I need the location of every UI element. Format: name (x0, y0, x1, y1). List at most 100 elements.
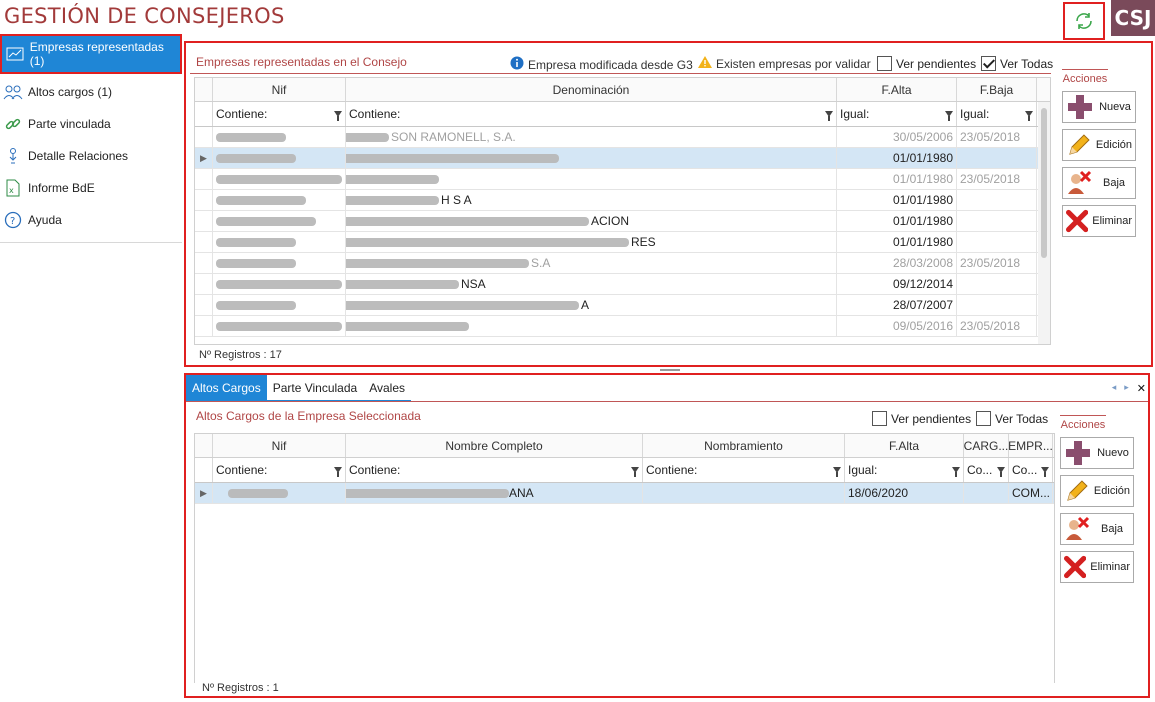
filter-icon[interactable] (1041, 467, 1049, 477)
button-label: Nuevo (1097, 447, 1129, 459)
table-row[interactable]: ACION 01/01/1980 (195, 211, 1050, 232)
nueva-button[interactable]: Nueva (1062, 91, 1136, 123)
delete-icon (1064, 555, 1087, 579)
cell-denominacion: SON RAMONELL, S.A. (346, 127, 837, 147)
col-header-nif[interactable]: Nif (213, 434, 346, 457)
sidebar-item-altos-cargos[interactable]: Altos cargos (1) (0, 76, 182, 108)
filter-icon[interactable] (825, 111, 833, 121)
col-header-nombre[interactable]: Nombre Completo (346, 434, 643, 457)
filter-icon[interactable] (833, 467, 841, 477)
table-row[interactable]: ▶ ANA 18/06/2020 COM... (195, 483, 1054, 504)
table-row[interactable]: ▶ 01/01/1980 (195, 148, 1050, 169)
col-header-nif[interactable]: Nif (213, 78, 346, 101)
filter-icon[interactable] (952, 467, 960, 477)
cell-fbaja: 23/05/2018 (957, 316, 1037, 336)
tab-next-icon[interactable]: ▸ (1124, 382, 1129, 395)
table-row[interactable]: NSA 09/12/2014 (195, 274, 1050, 295)
pencil-icon (1069, 134, 1090, 155)
checkbox-box[interactable] (872, 411, 887, 426)
tab-avales[interactable]: Avales (363, 375, 411, 401)
filter-label: Contiene: (216, 463, 268, 477)
col-header-fbaja[interactable]: F.Baja (957, 78, 1037, 101)
empresas-rows: SON RAMONELL, S.A. 30/05/2006 23/05/2018 ▶ 0… (195, 127, 1050, 337)
altos-ver-pendientes-checkbox[interactable]: Ver pendientes (872, 411, 971, 426)
filter-denominacion[interactable]: Contiene: (346, 102, 837, 126)
button-label: Eliminar (1090, 561, 1130, 573)
redacted-text (346, 132, 389, 142)
filter-icon[interactable] (334, 467, 342, 477)
plus-icon (1068, 95, 1092, 119)
redacted-text (216, 279, 342, 289)
checkbox-box[interactable] (981, 56, 996, 71)
nuevo-button[interactable]: Nuevo (1060, 437, 1134, 469)
baja-button[interactable]: Baja (1062, 167, 1136, 199)
filter-fbaja[interactable]: Igual: (957, 102, 1037, 126)
table-row[interactable]: 09/05/2016 23/05/2018 (195, 316, 1050, 337)
filter-icon[interactable] (1025, 111, 1033, 121)
sidebar-item-parte-vinculada[interactable]: Parte vinculada (0, 108, 182, 140)
remove-user-icon (1068, 170, 1092, 194)
col-header-cargo[interactable]: CARG... (964, 434, 1009, 457)
scroll-thumb[interactable] (1041, 108, 1047, 258)
filter-falta[interactable]: Igual: (837, 102, 957, 126)
table-row[interactable]: A 28/07/2007 (195, 295, 1050, 316)
filter-label: Contiene: (216, 107, 268, 121)
table-row[interactable]: S.A 28/03/2008 23/05/2018 (195, 253, 1050, 274)
panel-splitter[interactable] (660, 369, 680, 371)
filter-empresa[interactable]: Co... (1009, 458, 1053, 482)
redacted-text (346, 279, 459, 289)
close-icon[interactable]: ✕ (1137, 382, 1146, 395)
cell-falta: 30/05/2006 (837, 127, 957, 147)
sidebar-item-empresas[interactable]: Empresas representadas (1) (0, 34, 182, 74)
sidebar-item-ayuda[interactable]: ? Ayuda (0, 204, 182, 236)
eliminar-button[interactable]: Eliminar (1062, 205, 1136, 237)
edicion-button[interactable]: Edición (1060, 475, 1134, 507)
filter-icon[interactable] (334, 111, 342, 121)
redacted-text (216, 216, 316, 226)
filter-nif[interactable]: Contiene: (213, 102, 346, 126)
tab-parte-vinculada[interactable]: Parte Vinculada (267, 375, 364, 401)
table-row[interactable]: 01/01/1980 23/05/2018 (195, 169, 1050, 190)
table-row[interactable]: RES 01/01/1980 (195, 232, 1050, 253)
help-icon: ? (3, 210, 23, 230)
filter-icon[interactable] (945, 111, 953, 121)
baja-button[interactable]: Baja (1060, 513, 1134, 545)
col-header-denominacion[interactable]: Denominación (346, 78, 837, 101)
row-indicator-icon (195, 295, 213, 315)
altos-panel-title: Altos Cargos de la Empresa Seleccionada (196, 409, 421, 423)
filter-falta[interactable]: Igual: (845, 458, 964, 482)
filter-icon[interactable] (631, 467, 639, 477)
eliminar-button[interactable]: Eliminar (1060, 551, 1134, 583)
altos-ver-todas-checkbox[interactable]: Ver Todas (976, 411, 1048, 426)
sidebar-item-informe-bde[interactable]: x Informe BdE (0, 172, 182, 204)
edicion-button[interactable]: Edición (1062, 129, 1136, 161)
vertical-scrollbar[interactable] (1038, 102, 1050, 344)
filter-icon[interactable] (997, 467, 1005, 477)
row-selector-header (195, 78, 213, 101)
col-header-nombramiento[interactable]: Nombramiento (643, 434, 845, 457)
col-header-falta[interactable]: F.Alta (837, 78, 957, 101)
ver-pendientes-checkbox[interactable]: Ver pendientes (877, 56, 976, 71)
table-row[interactable]: SON RAMONELL, S.A. 30/05/2006 23/05/2018 (195, 127, 1050, 148)
record-count: Nº Registros : 1 (202, 682, 279, 694)
sidebar-item-detalle-relaciones[interactable]: Detalle Relaciones (0, 140, 182, 172)
filter-cargo[interactable]: Co... (964, 458, 1009, 482)
filter-nif[interactable]: Contiene: (213, 458, 346, 482)
col-header-falta[interactable]: F.Alta (845, 434, 964, 457)
pencil-icon (1067, 480, 1088, 501)
table-row[interactable]: H S A 01/01/1980 (195, 190, 1050, 211)
refresh-button[interactable] (1063, 2, 1105, 40)
filter-nombre[interactable]: Contiene: (346, 458, 643, 482)
filter-label: Co... (1012, 463, 1038, 477)
redacted-text (216, 195, 306, 205)
row-indicator-icon (195, 316, 213, 336)
redacted-text (228, 488, 288, 498)
checkbox-box[interactable] (877, 56, 892, 71)
cell-denominacion (346, 148, 837, 168)
col-header-empresa[interactable]: EMPR... (1009, 434, 1053, 457)
tab-prev-icon[interactable]: ◂ (1112, 382, 1117, 395)
checkbox-box[interactable] (976, 411, 991, 426)
tab-altos-cargos[interactable]: Altos Cargos (186, 375, 267, 401)
ver-todas-checkbox[interactable]: Ver Todas (981, 56, 1053, 71)
filter-nombramiento[interactable]: Contiene: (643, 458, 845, 482)
